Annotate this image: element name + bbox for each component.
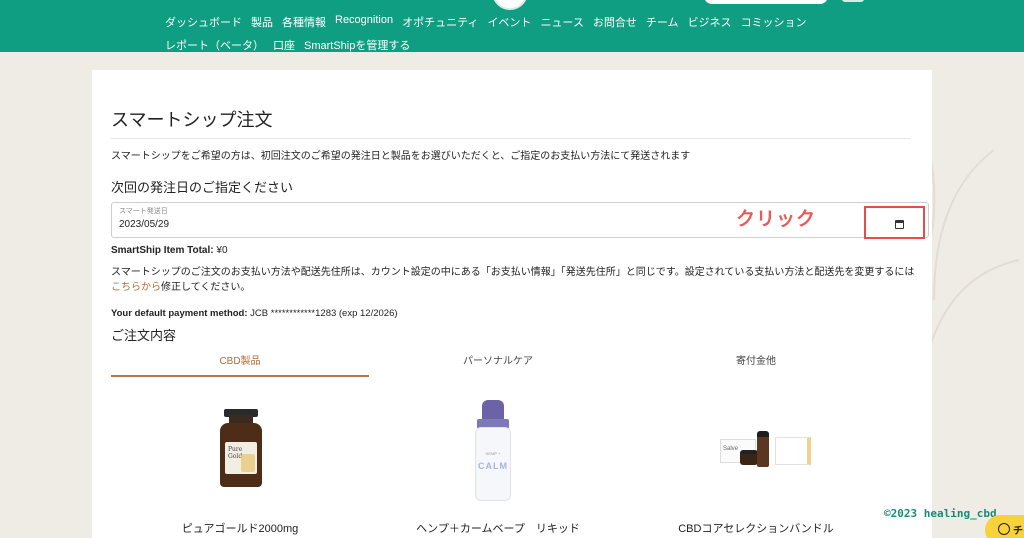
product-image-jar: [740, 450, 758, 465]
product-card-pure-gold[interactable]: Pure Gold ピュアゴールド2000mg: [111, 395, 369, 538]
date-value[interactable]: 2023/05/29: [119, 219, 169, 230]
nav-item-products[interactable]: 製品: [251, 14, 273, 30]
box-label-text: Salve: [723, 446, 739, 452]
next-date-heading: 次回の発注日のご指定ください: [111, 181, 294, 196]
bottle-label-text: CALM: [478, 461, 508, 471]
product-image-label: Pure Gold: [225, 442, 257, 474]
order-contents-heading: ご注文内容: [111, 329, 177, 344]
notice-edit-link[interactable]: こちらから: [111, 282, 161, 293]
product-card-core-bundle[interactable]: Salve CBDコアセレクションバンドル: [627, 395, 885, 538]
nav-item-commission[interactable]: コミッション: [741, 14, 807, 30]
nav-item-events[interactable]: イベント: [487, 14, 531, 30]
product-name[interactable]: CBDコアセレクションバンドル: [627, 520, 885, 536]
nav-item-account[interactable]: 口座: [273, 37, 295, 53]
search-input[interactable]: [704, 0, 828, 4]
item-total-value: ¥0: [216, 245, 228, 256]
tab-donations[interactable]: 寄付金他: [627, 350, 885, 377]
page-title: スマートシップ注文: [111, 110, 273, 131]
click-highlight-box: [864, 206, 925, 239]
site-logo[interactable]: [492, 0, 528, 10]
page-description: スマートシップをご希望の方は、初回注文のご希望の発注日と製品をお選びいただくと、…: [111, 151, 691, 162]
bottle-sublabel-text: HEMP +: [485, 451, 501, 456]
tab-personal-care[interactable]: パーソナルケア: [369, 350, 627, 377]
nav-item-contact[interactable]: お問合せ: [593, 14, 637, 30]
product-image-bottle: [757, 431, 769, 467]
click-annotation: クリック: [736, 209, 817, 230]
nav-item-info[interactable]: 各種情報: [282, 14, 326, 30]
nav-item-recognition[interactable]: Recognition: [335, 14, 393, 30]
smartship-order-card: スマートシップ注文 スマートシップをご希望の方は、初回注文のご希望の発注日と製品…: [92, 70, 932, 538]
product-image-box: [775, 437, 811, 465]
product-category-tabs: CBD製品 パーソナルケア 寄付金他: [111, 350, 887, 378]
default-payment: Your default payment method: JCB *******…: [111, 308, 398, 319]
search-button[interactable]: [842, 0, 864, 2]
item-total: SmartShip Item Total: ¥0: [111, 245, 228, 256]
nav-item-business[interactable]: ビジネス: [688, 14, 732, 30]
payment-value: JCB ************1283 (exp 12/2026): [250, 308, 398, 319]
nav-item-manage-smartship[interactable]: SmartShipを管理する: [304, 37, 410, 53]
date-field-label: スマート発送日: [119, 208, 168, 215]
payment-notice: スマートシップのご注文のお支払い方法や配送先住所は、カウント設定の中にある「お支…: [111, 265, 921, 295]
watermark: ©2023 healing_cbd: [884, 507, 997, 520]
nav-item-team[interactable]: チーム: [646, 14, 679, 30]
payment-label: Your default payment method:: [111, 308, 248, 319]
nav-item-opportunity[interactable]: オポチュニティ: [402, 14, 478, 30]
nav-item-dashboard[interactable]: ダッシュボード: [165, 14, 242, 30]
nav-row-primary: ダッシュボード 製品 各種情報 Recognition オポチュニティ イベント…: [165, 14, 816, 30]
title-divider: [111, 138, 911, 139]
label-gold-accent: [241, 454, 255, 472]
nav-item-news[interactable]: ニュース: [540, 14, 583, 30]
item-total-label: SmartShip Item Total:: [111, 245, 214, 256]
product-name[interactable]: ヘンプ＋カームベープ リキッド: [369, 520, 627, 536]
product-card-calm-vape[interactable]: HEMP + CALM ヘンプ＋カームベープ リキッド: [369, 395, 627, 538]
notice-suffix: 修正してください。: [161, 282, 251, 293]
tab-cbd-products[interactable]: CBD製品: [111, 350, 369, 377]
product-name[interactable]: ピュアゴールド2000mg: [111, 520, 369, 536]
chat-icon[interactable]: [998, 523, 1010, 535]
notice-text: スマートシップのご注文のお支払い方法や配送先住所は、カウント設定の中にある「お支…: [111, 267, 915, 278]
nav-item-reports[interactable]: レポート（ベータ）: [165, 37, 264, 53]
chat-label[interactable]: チ: [1013, 522, 1023, 537]
nav-row-secondary: レポート（ベータ） 口座 SmartShipを管理する: [165, 37, 419, 53]
